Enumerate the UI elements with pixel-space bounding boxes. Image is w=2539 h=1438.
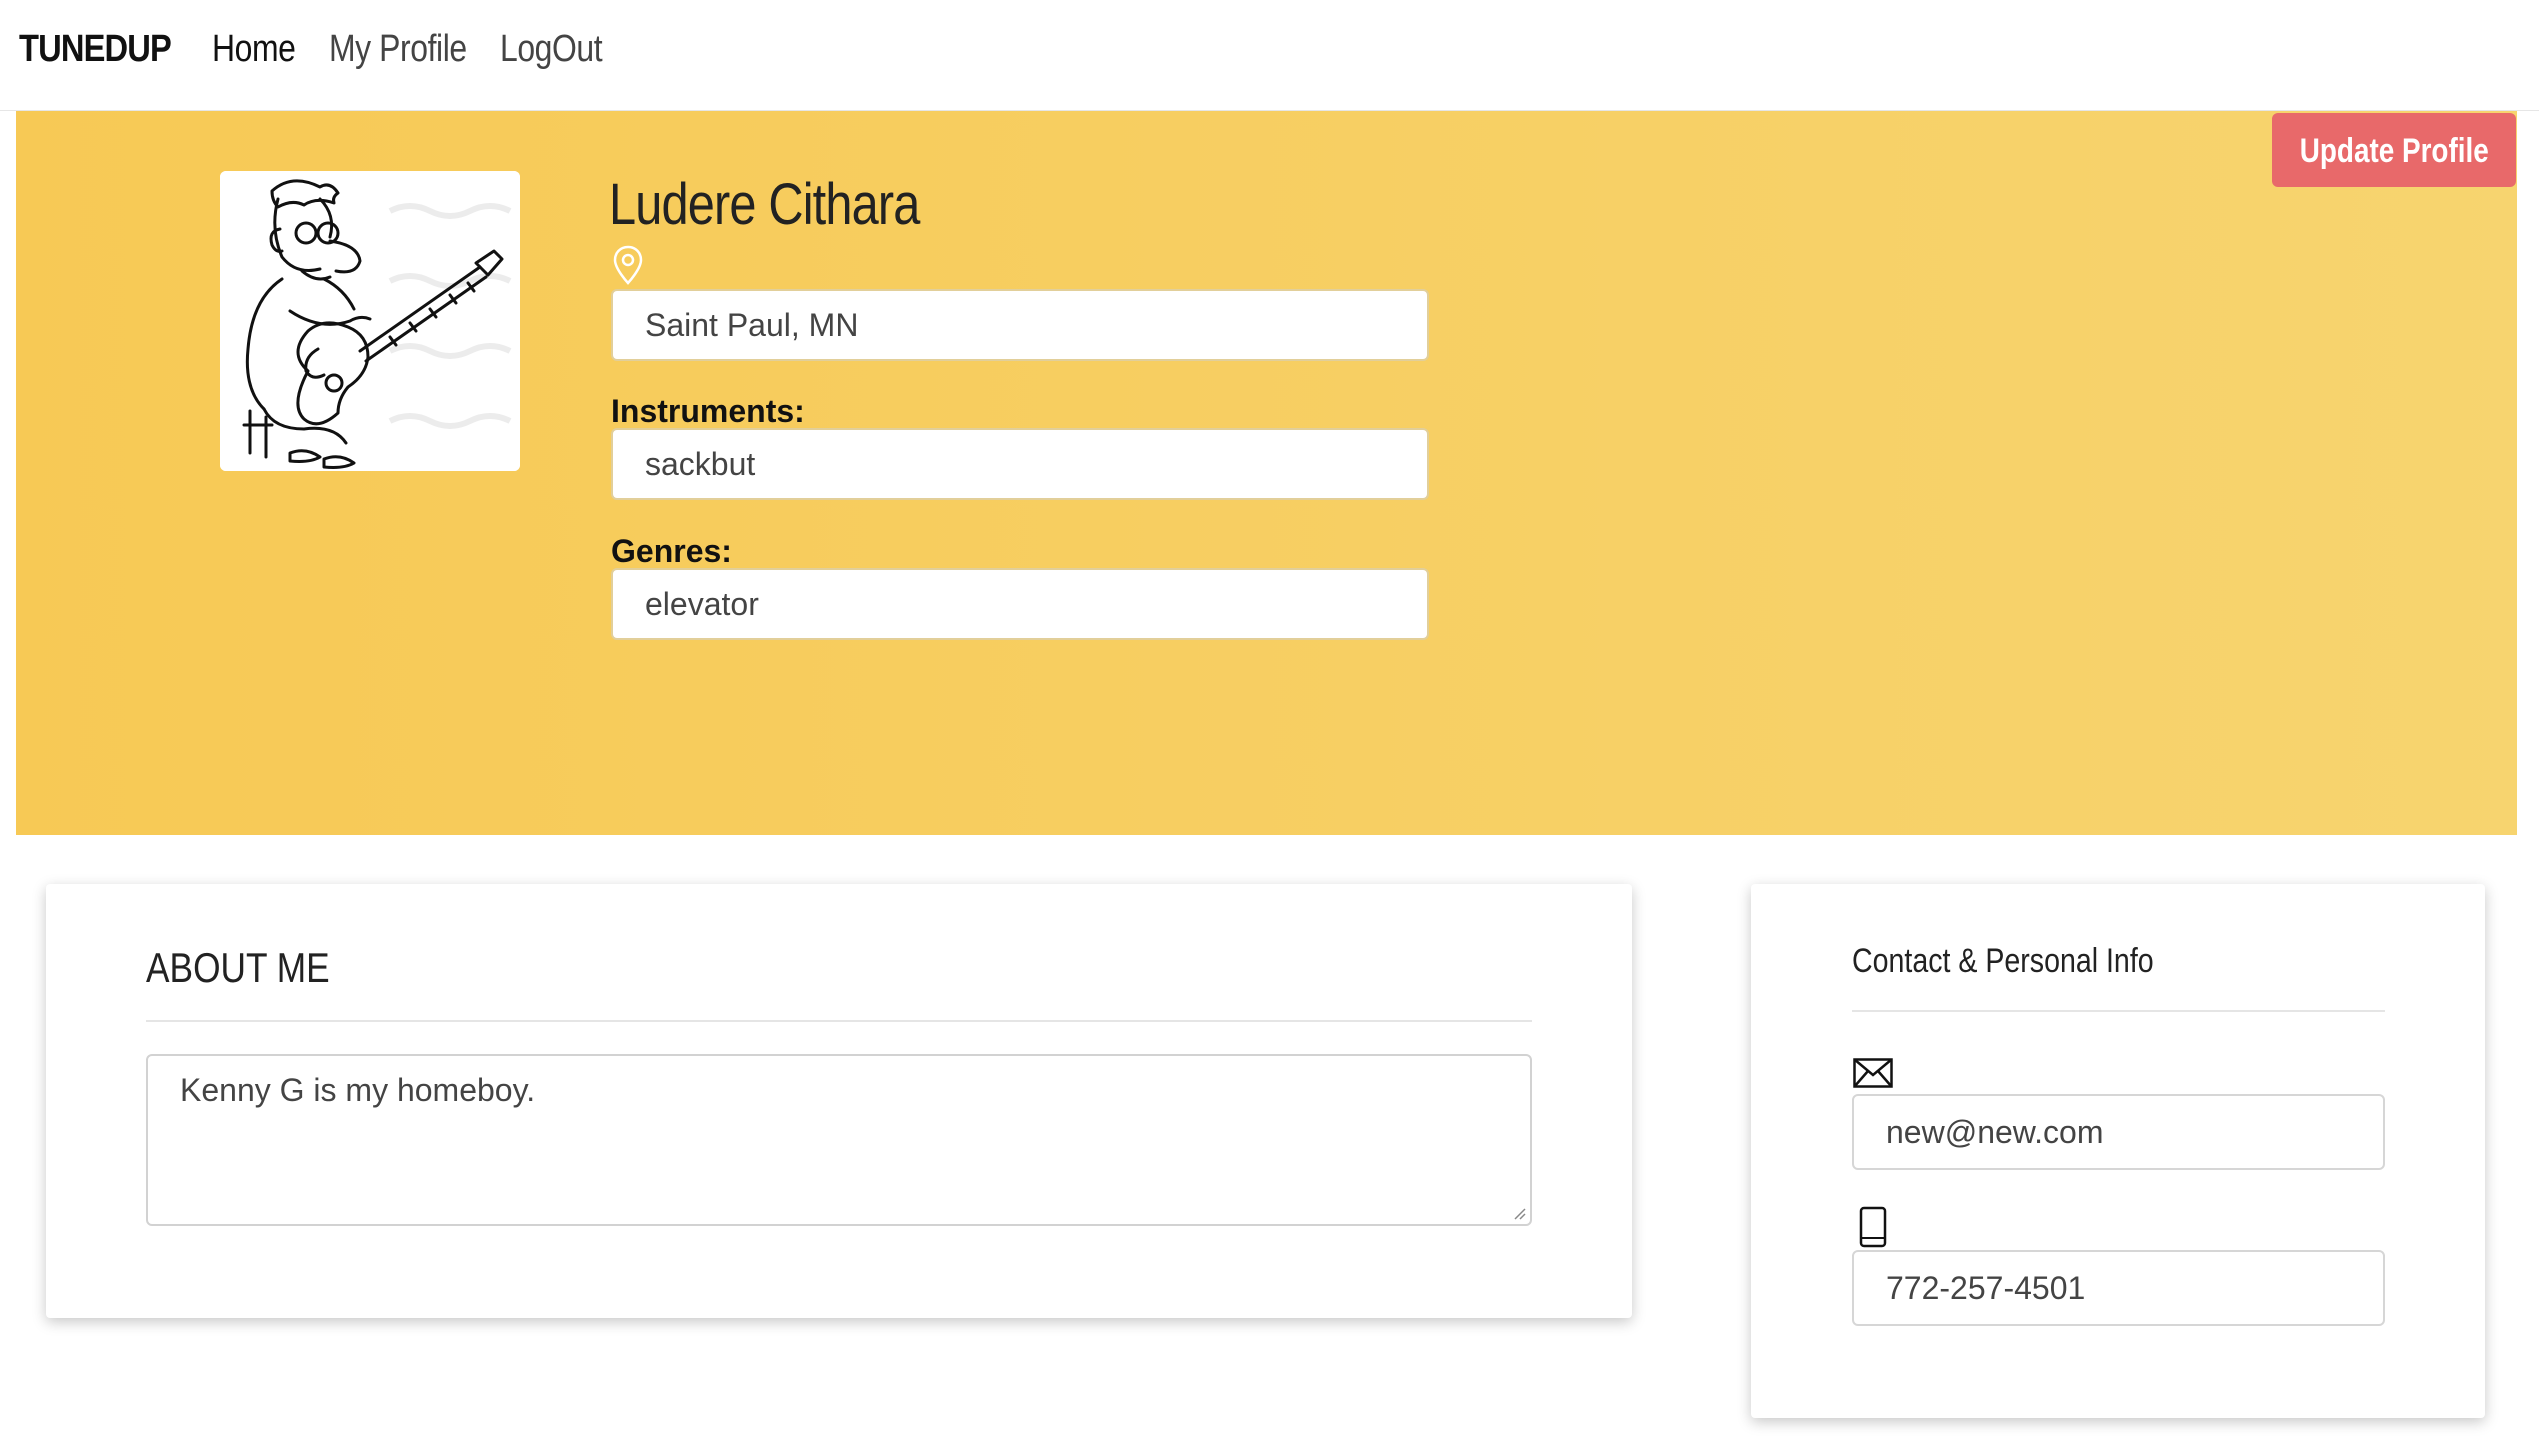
mobile-phone-icon xyxy=(1859,1206,1887,1248)
top-navbar: TUNEDUP Home My Profile LogOut xyxy=(0,0,2539,111)
map-pin-icon xyxy=(613,245,643,285)
envelope-icon xyxy=(1853,1058,1893,1088)
about-divider xyxy=(146,1020,1532,1022)
about-me-card: ABOUT ME Kenny G is my homeboy. xyxy=(46,884,1632,1318)
profile-hero: Update Profile Ludere Cithara Saint Paul… xyxy=(16,111,2517,835)
contact-info-card: Contact & Personal Info new@new.com 772-… xyxy=(1751,884,2485,1418)
genres-label: Genres: xyxy=(611,533,732,569)
location-field[interactable]: Saint Paul, MN xyxy=(611,289,1429,361)
instruments-field[interactable]: sackbut xyxy=(611,428,1429,500)
profile-name: Ludere Cithara xyxy=(609,172,920,237)
contact-divider xyxy=(1852,1010,2385,1012)
resize-grip-icon[interactable] xyxy=(1512,1206,1526,1220)
about-me-title: ABOUT ME xyxy=(146,944,330,991)
nav-home-link[interactable]: Home xyxy=(212,28,296,71)
contact-info-title: Contact & Personal Info xyxy=(1852,942,2154,980)
update-profile-button-label: Update Profile xyxy=(2299,132,2489,170)
about-me-textarea[interactable]: Kenny G is my homeboy. xyxy=(146,1054,1532,1226)
genres-field[interactable]: elevator xyxy=(611,568,1429,640)
phone-field[interactable]: 772-257-4501 xyxy=(1852,1250,2385,1326)
update-profile-button[interactable]: Update Profile xyxy=(2272,113,2516,187)
nav-my-profile-link[interactable]: My Profile xyxy=(329,28,467,71)
profile-avatar xyxy=(220,171,520,471)
guitarist-avatar-icon xyxy=(220,171,520,471)
email-field[interactable]: new@new.com xyxy=(1852,1094,2385,1170)
nav-logout-link[interactable]: LogOut xyxy=(500,28,603,71)
brand-logo[interactable]: TUNEDUP xyxy=(19,28,172,71)
instruments-label: Instruments: xyxy=(611,393,805,429)
